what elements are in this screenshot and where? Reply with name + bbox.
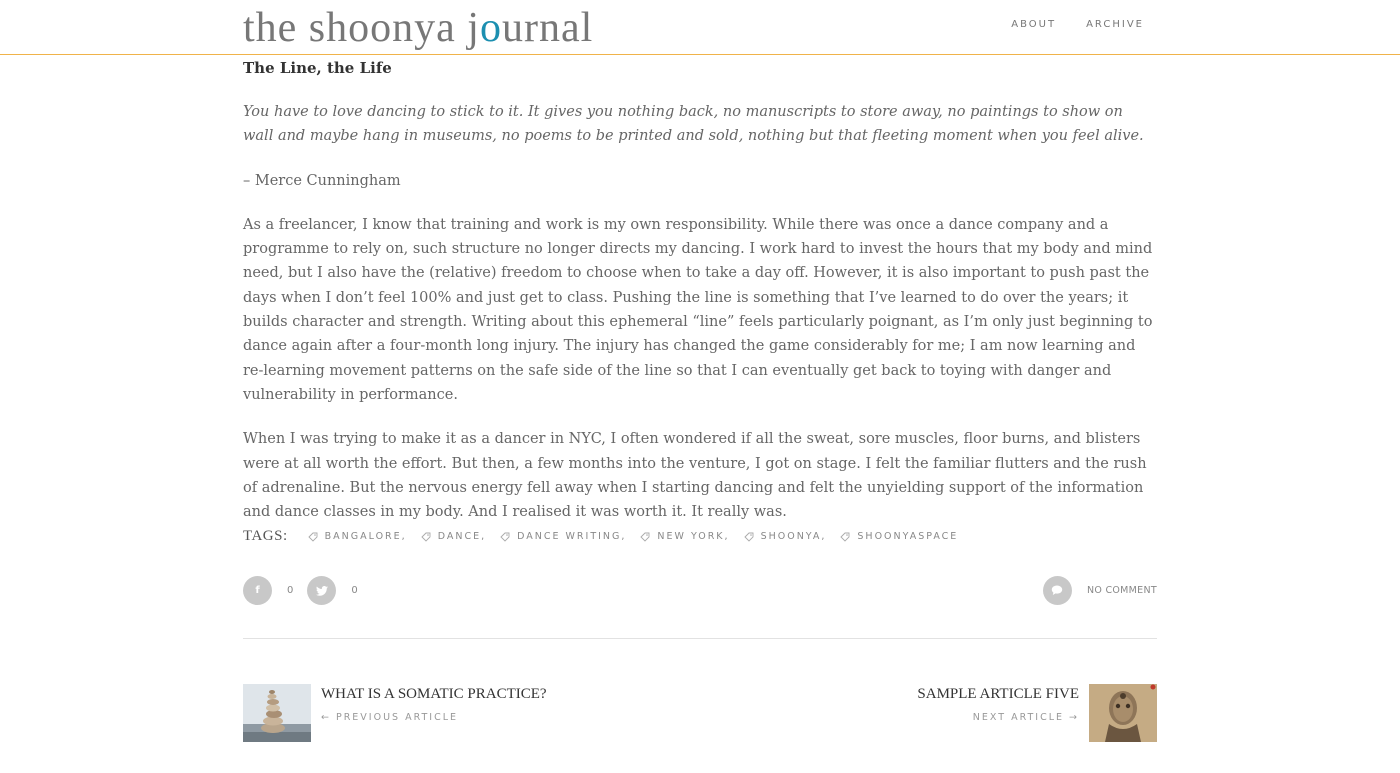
tag-label: DANCE WRITING, [517,531,627,542]
tag-icon [421,532,431,542]
post-paragraph: When I was trying to make it as a dancer… [243,431,1147,521]
site-logo[interactable]: the shoonya journal [243,4,593,52]
tag-label: DANCE, [437,531,487,542]
tag-icon [743,532,754,542]
social-share: f 0 0 [243,576,372,605]
tag-label: SHOONYASPACE [857,531,959,542]
post-quote: You have to love dancing to stick to it.… [243,104,1144,145]
twitter-share-button[interactable] [307,576,337,605]
twitter-share-count: 0 [351,585,358,596]
logo-text-end: urnal [501,5,594,51]
comment-count-label: NO COMMENT [1086,585,1157,596]
tag-icon [640,532,650,542]
tag-link[interactable]: DANCE WRITING, [500,531,626,542]
comment-bubble-icon [1052,585,1063,595]
stacked-stones-image [243,684,311,742]
previous-article-thumbnail[interactable] [243,684,311,742]
tag-link[interactable]: BANGALORE, [308,531,407,542]
tag-icon [308,532,318,542]
logo-text-start: the shoonya j [243,5,480,51]
next-article-label[interactable]: NEXT ARTICLE → [917,712,1079,723]
next-article-link[interactable]: SAMPLE ARTICLE FIVE NEXT ARTICLE → [917,684,1157,742]
logo-accent-letter: o [479,5,502,51]
site-header: the shoonya journal ABOUT ARCHIVE [0,0,1400,55]
comment-button[interactable] [1042,576,1072,605]
facebook-share-button[interactable]: f [243,576,272,605]
nav-archive[interactable]: ARCHIVE [1086,19,1144,30]
previous-article-label[interactable]: ← PREVIOUS ARTICLE [321,712,547,723]
tag-link[interactable]: SHOONYA, [743,531,827,542]
tag-link[interactable]: DANCE, [421,531,486,542]
tag-label: BANGALORE, [324,531,407,542]
tag-link[interactable]: SHOONYASPACE [840,531,958,542]
post-paragraph: As a freelancer, I know that training an… [243,216,1153,403]
previous-article-link[interactable]: WHAT IS A SOMATIC PRACTICE? ← PREVIOUS A… [243,684,547,742]
previous-article-title[interactable]: WHAT IS A SOMATIC PRACTICE? [321,684,547,704]
tags-row: TAGS: BANGALORE, DANCE, DANCE WRITING, N… [243,528,972,545]
tags-label: TAGS: [243,528,288,544]
post-title: The Line, the Life [243,59,392,77]
tag-icon [840,532,850,542]
facebook-icon: f [255,585,260,596]
tag-link[interactable]: NEW YORK, [640,531,729,542]
tag-label: SHOONYA, [760,531,827,542]
next-article-thumbnail[interactable] [1089,684,1157,742]
tag-label: NEW YORK, [657,531,730,542]
section-divider [243,638,1157,639]
comments-link[interactable]: NO COMMENT [1042,576,1157,605]
tag-icon [500,532,510,542]
post-content: The Line, the Life You have to love danc… [243,58,1157,544]
facebook-share-count: 0 [287,585,294,596]
main-nav: ABOUT ARCHIVE [1011,19,1144,30]
quote-attribution: – Merce Cunningham [243,172,401,189]
next-article-title[interactable]: SAMPLE ARTICLE FIVE [917,684,1079,704]
twitter-icon [315,585,328,596]
artwork-face-image [1089,684,1157,742]
nav-about[interactable]: ABOUT [1011,19,1056,30]
